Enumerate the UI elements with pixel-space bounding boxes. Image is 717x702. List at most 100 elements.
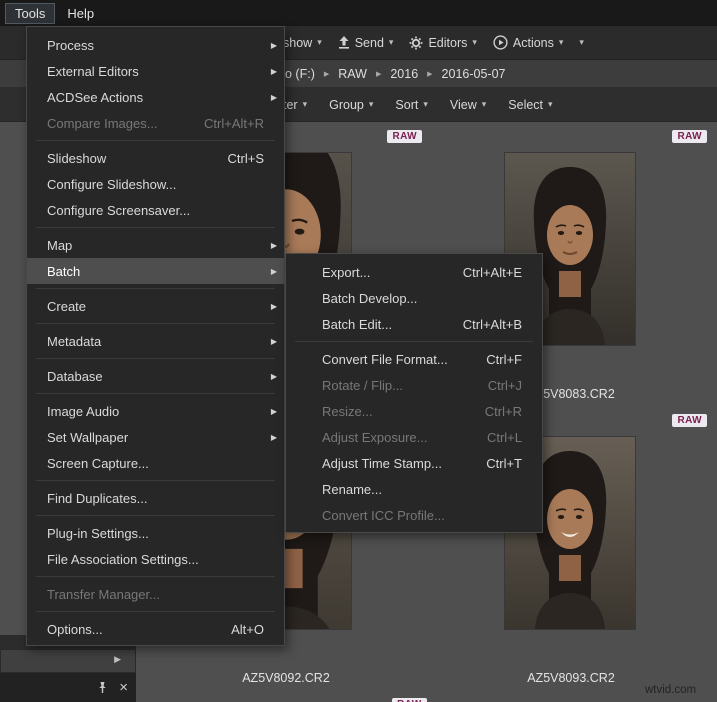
horizontal-scrollbar[interactable]: ▶ <box>0 649 136 673</box>
menu-item-label: Plug-in Settings... <box>47 525 149 541</box>
menu-item-options[interactable]: Options... Alt+O <box>27 616 284 642</box>
menu-item-acdsee-actions[interactable]: ACDSee Actions ▶ <box>27 84 284 110</box>
toolbar-button-label: Actions <box>512 35 554 50</box>
menubar-item-help[interactable]: Help <box>57 3 104 24</box>
menu-item-set-wallpaper[interactable]: Set Wallpaper ▶ <box>27 424 284 450</box>
submenu-arrow-icon: ▶ <box>270 432 277 442</box>
menu-item-slideshow[interactable]: Slideshow Ctrl+S <box>27 145 284 171</box>
toolbar-button-slideshow-partial[interactable]: show ▾ <box>283 36 322 50</box>
chevron-down-icon: ▾ <box>472 37 477 48</box>
toolbar-button-send[interactable]: Send ▾ <box>338 35 394 50</box>
breadcrumb-arrow-icon: ▶ <box>323 69 330 78</box>
menu-item-plugin-settings[interactable]: Plug-in Settings... <box>27 520 284 546</box>
menu-item-shortcut: Ctrl+Alt+R <box>204 115 264 131</box>
raw-badge: RAW <box>387 130 422 143</box>
sort-dropdown[interactable]: Sort ▾ <box>395 98 427 112</box>
submenu-arrow-icon: ▶ <box>270 240 277 250</box>
menu-bar: Tools Help <box>0 0 717 26</box>
menu-item-external-editors[interactable]: External Editors ▶ <box>27 58 284 84</box>
toolbar-button-actions[interactable]: Actions ▾ <box>493 35 563 50</box>
submenu-arrow-icon: ▶ <box>270 92 277 102</box>
menu-item-file-association-settings[interactable]: File Association Settings... <box>27 546 284 572</box>
breadcrumb-segment[interactable]: o (F:) <box>285 67 315 81</box>
pane-header: × <box>0 673 136 702</box>
scroll-right-icon[interactable]: ▶ <box>114 655 121 665</box>
submenu-arrow-icon: ▶ <box>270 406 277 416</box>
menu-item-compare-images: Compare Images... Ctrl+Alt+R <box>27 110 284 136</box>
chevron-down-icon: ▾ <box>388 37 394 48</box>
menu-item-label: Batch Edit... <box>322 316 393 332</box>
menu-item-label: Batch <box>47 263 81 279</box>
chevron-down-icon: ▾ <box>548 99 553 110</box>
submenu-arrow-icon: ▶ <box>270 301 277 311</box>
submenu-arrow-icon: ▶ <box>270 66 277 76</box>
menu-item-create[interactable]: Create ▶ <box>27 293 284 319</box>
watermark-text: wtvid.com <box>645 684 697 696</box>
menu-item-image-audio[interactable]: Image Audio ▶ <box>27 398 284 424</box>
acdsee-window: RAW RAW AZ5V8083.CR2 AZ5V8092.CR2 RAW AZ… <box>0 0 717 702</box>
breadcrumb-arrow-icon: ▶ <box>375 69 382 78</box>
close-icon[interactable]: × <box>119 680 128 695</box>
menu-item-shortcut: Ctrl+L <box>486 429 522 445</box>
submenu-arrow-icon: ▶ <box>270 40 277 50</box>
menu-separator <box>36 576 275 577</box>
menu-item-shortcut: Alt+O <box>231 621 264 637</box>
menu-item-configure-screensaver[interactable]: Configure Screensaver... <box>27 197 284 223</box>
menu-item-screen-capture[interactable]: Screen Capture... <box>27 450 284 476</box>
dropdown-label: Group <box>329 97 364 112</box>
menu-item-batch-develop[interactable]: Batch Develop... <box>286 285 542 311</box>
filter-dropdown-partial[interactable]: ter ▾ <box>283 98 307 112</box>
menu-separator <box>36 358 275 359</box>
dropdown-label: ter <box>283 97 298 112</box>
gear-icon <box>409 36 423 50</box>
menu-item-map[interactable]: Map ▶ <box>27 232 284 258</box>
menubar-item-tools[interactable]: Tools <box>5 2 56 24</box>
menu-item-label: Convert ICC Profile... <box>322 507 445 523</box>
menu-separator <box>36 140 275 141</box>
toolbar-button-label: Send <box>354 35 384 50</box>
menu-item-label: Set Wallpaper <box>47 429 129 445</box>
menu-item-export[interactable]: Export... Ctrl+Alt+E <box>286 259 542 285</box>
menu-item-label: ACDSee Actions <box>47 89 144 105</box>
thumbnail-filename: AZ5V8093.CR2 <box>527 671 615 685</box>
menu-item-label: Transfer Manager... <box>47 586 160 602</box>
menu-item-shortcut: Ctrl+F <box>486 351 522 367</box>
menu-item-rename[interactable]: Rename... <box>286 476 542 502</box>
menu-separator <box>36 515 275 516</box>
pin-icon[interactable] <box>96 681 109 694</box>
menu-item-convert-file-format[interactable]: Convert File Format... Ctrl+F <box>286 346 542 372</box>
toolbar-button-label: Editors <box>428 35 468 50</box>
chevron-down-icon: ▾ <box>368 99 374 110</box>
group-dropdown[interactable]: Group ▾ <box>329 98 373 112</box>
breadcrumb-arrow-icon: ▶ <box>427 69 433 78</box>
menu-item-shortcut: Ctrl+Alt+E <box>462 264 522 280</box>
menu-separator <box>36 480 275 481</box>
menu-item-process[interactable]: Process ▶ <box>27 32 284 58</box>
menu-item-configure-slideshow[interactable]: Configure Slideshow... <box>27 171 284 197</box>
toolbar-overflow-chevron-icon[interactable]: ▾ <box>579 38 584 48</box>
thumbnail-filename: AZ5V8092.CR2 <box>242 671 330 685</box>
submenu-arrow-icon: ▶ <box>270 336 277 346</box>
raw-badge: RAW <box>672 414 707 427</box>
menu-item-find-duplicates[interactable]: Find Duplicates... <box>27 485 284 511</box>
view-dropdown[interactable]: View ▾ <box>450 98 486 112</box>
submenu-arrow-icon: ▶ <box>270 266 277 276</box>
menu-separator <box>36 288 275 289</box>
menu-item-label: Process <box>47 37 94 53</box>
menu-item-database[interactable]: Database ▶ <box>27 363 284 389</box>
breadcrumb-segment[interactable]: 2016 <box>390 67 418 81</box>
menu-item-label: Convert File Format... <box>322 351 448 367</box>
menu-item-metadata[interactable]: Metadata ▶ <box>27 328 284 354</box>
breadcrumb-segment[interactable]: RAW <box>338 67 367 81</box>
raw-badge: RAW <box>672 130 707 143</box>
batch-submenu: Export... Ctrl+Alt+E Batch Develop... Ba… <box>285 253 543 533</box>
select-dropdown[interactable]: Select ▾ <box>508 98 552 112</box>
menu-item-adjust-time-stamp[interactable]: Adjust Time Stamp... Ctrl+T <box>286 450 542 476</box>
breadcrumb-segment[interactable]: 2016-05-07 <box>442 67 506 81</box>
menu-item-batch-edit[interactable]: Batch Edit... Ctrl+Alt+B <box>286 311 542 337</box>
menu-item-label: Rename... <box>322 481 382 497</box>
toolbar-button-editors[interactable]: Editors ▾ <box>409 35 477 50</box>
menu-item-label: Adjust Exposure... <box>322 429 428 445</box>
menu-item-shortcut: Ctrl+R <box>484 403 522 419</box>
menu-item-batch[interactable]: Batch ▶ <box>27 258 284 284</box>
